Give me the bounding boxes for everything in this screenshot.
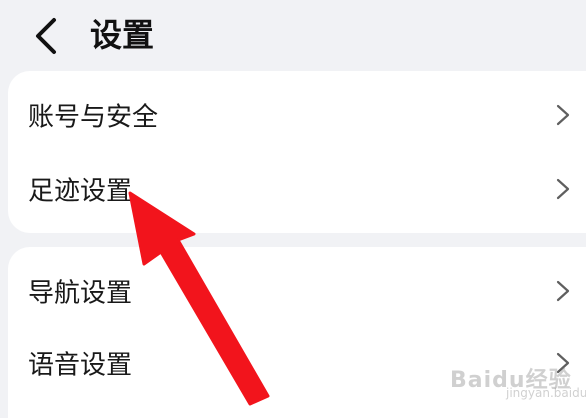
- settings-item-navigation[interactable]: 导航设置: [8, 255, 586, 327]
- chevron-right-icon: [556, 352, 570, 374]
- settings-item-label: 账号与安全: [28, 102, 159, 133]
- settings-item-label: 足迹设置: [28, 176, 133, 207]
- settings-group-account: 账号与安全 足迹设置: [8, 71, 586, 233]
- chevron-right-icon: [556, 178, 570, 200]
- top-bar: 设置: [0, 0, 586, 70]
- settings-item-label: 语音设置: [28, 350, 133, 381]
- chevron-right-icon: [556, 280, 570, 302]
- settings-item-account-security[interactable]: 账号与安全: [8, 79, 586, 151]
- page-title: 设置: [90, 16, 155, 54]
- settings-group-navigation: 导航设置 语音设置: [8, 247, 586, 418]
- settings-item-voice[interactable]: 语音设置: [8, 327, 586, 399]
- settings-item-footprint[interactable]: 足迹设置: [8, 153, 586, 225]
- chevron-left-icon: [36, 18, 56, 54]
- back-button[interactable]: [28, 14, 68, 58]
- chevron-right-icon: [556, 104, 570, 126]
- settings-item-label: 导航设置: [28, 278, 133, 309]
